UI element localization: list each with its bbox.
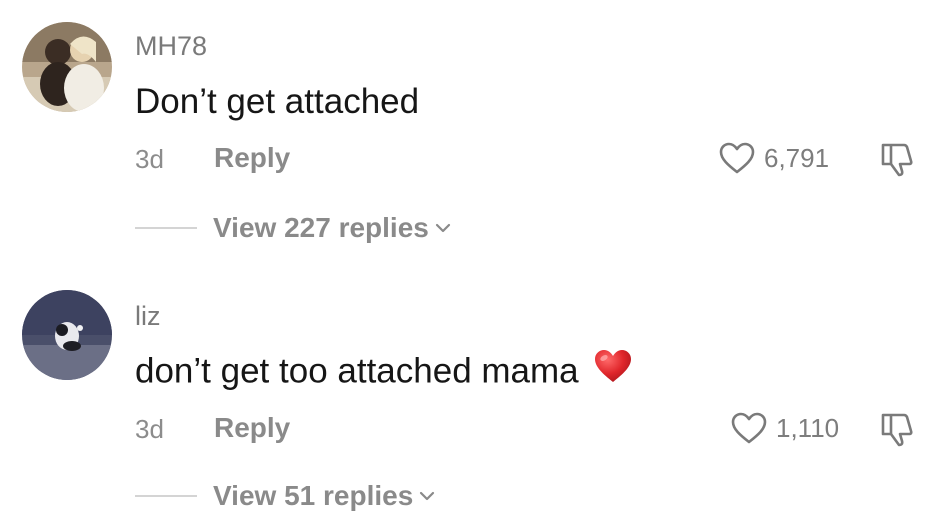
replies-divider	[135, 495, 197, 497]
heart-outline-icon	[719, 142, 755, 174]
avatar-photo-icon	[22, 290, 112, 380]
comment-text-content: don’t get too attached mama	[135, 351, 579, 391]
view-replies-label: View 227 replies	[213, 212, 429, 243]
thumbs-down-icon	[881, 413, 913, 447]
like-count: 1,110	[776, 413, 840, 443]
chevron-down-icon	[435, 223, 450, 233]
view-replies-button[interactable]: View 51 replies	[135, 482, 436, 510]
view-replies-label: View 51 replies	[213, 480, 414, 511]
replies-divider	[135, 227, 197, 229]
comment-text-content: Don’t get attached	[135, 82, 420, 121]
reply-button[interactable]: Reply	[214, 414, 290, 442]
view-replies-button[interactable]: View 227 replies	[135, 214, 452, 242]
comment-text: don’t get too attached mama	[135, 350, 633, 394]
like-count: 6,791	[764, 143, 830, 173]
comment-timestamp: 3d	[135, 414, 164, 444]
avatar-photo-icon	[22, 22, 112, 112]
reply-button[interactable]: Reply	[214, 144, 290, 172]
comment-timestamp: 3d	[135, 144, 164, 174]
like-button[interactable]: 6,791	[718, 141, 829, 175]
avatar[interactable]	[22, 22, 112, 112]
comment-text: Don’t get attached	[135, 84, 419, 119]
comment-username[interactable]: liz	[135, 303, 161, 330]
thumbs-down-icon	[881, 143, 913, 177]
chevron-down-icon	[420, 491, 435, 501]
dislike-button[interactable]	[878, 139, 918, 184]
dislike-button[interactable]	[878, 409, 918, 454]
heart-outline-icon	[731, 412, 767, 444]
like-button[interactable]: 1,110	[730, 411, 839, 445]
comment-username[interactable]: MH78	[135, 33, 207, 60]
avatar[interactable]	[22, 290, 112, 380]
red-heart-icon	[593, 348, 633, 390]
